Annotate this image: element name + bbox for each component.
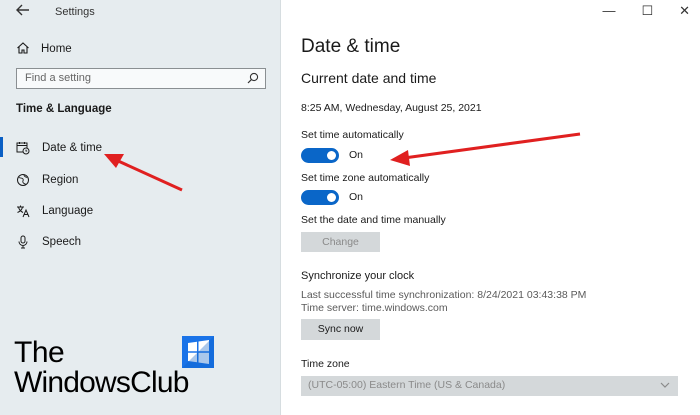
- set-time-auto-row: On: [301, 147, 363, 163]
- sidebar-item-label: Home: [41, 43, 72, 55]
- time-zone-select[interactable]: (UTC-05:00) Eastern Time (US & Canada): [301, 376, 678, 396]
- sidebar-item-speech[interactable]: Speech: [16, 233, 81, 251]
- minimize-button[interactable]: —: [602, 3, 615, 19]
- set-time-auto-label: Set time automatically: [301, 129, 404, 141]
- watermark-line2: WindowsClub: [14, 366, 189, 399]
- time-zone-value: (UTC-05:00) Eastern Time (US & Canada): [308, 379, 506, 391]
- time-zone-label: Time zone: [301, 358, 350, 370]
- sidebar-item-region[interactable]: Region: [16, 171, 78, 189]
- sync-heading: Synchronize your clock: [301, 270, 415, 282]
- toggle-state: On: [349, 149, 364, 161]
- toggle-state: On: [349, 191, 364, 203]
- back-arrow-icon[interactable]: [16, 4, 32, 18]
- sidebar-item-home[interactable]: Home: [16, 40, 72, 58]
- set-tz-auto-label: Set time zone automatically: [301, 172, 430, 184]
- window-controls: — ☐ ✕: [602, 3, 690, 19]
- language-icon: [16, 204, 30, 218]
- set-tz-auto-row: On: [301, 189, 363, 205]
- manual-label: Set the date and time manually: [301, 214, 446, 226]
- close-button[interactable]: ✕: [679, 3, 690, 19]
- main-panel: — ☐ ✕ Date & time Current date and time …: [282, 0, 700, 415]
- search-placeholder: Find a setting: [25, 72, 92, 84]
- last-sync-text: Last successful time synchronization: 8/…: [301, 289, 587, 301]
- chevron-down-icon: [660, 380, 670, 390]
- app-title: Settings: [55, 6, 95, 18]
- section-title: Current date and time: [301, 70, 437, 86]
- microphone-icon: [16, 235, 30, 249]
- section-label: Time & Language: [16, 103, 112, 115]
- titlebar-left: Settings: [0, 0, 281, 24]
- sidebar-item-label: Language: [42, 205, 94, 217]
- globe-icon: [16, 173, 30, 187]
- watermark-line1: The: [14, 336, 65, 369]
- sidebar-item-label: Region: [42, 174, 79, 186]
- maximize-button[interactable]: ☐: [641, 3, 653, 19]
- watermark-logo: The WindowsClub: [14, 336, 214, 400]
- change-button[interactable]: Change: [301, 232, 380, 252]
- current-date-time: 8:25 AM, Wednesday, August 25, 2021: [301, 102, 482, 114]
- windows-flag-icon: [182, 336, 214, 368]
- time-server-text: Time server: time.windows.com: [301, 302, 448, 314]
- active-indicator: [0, 137, 3, 157]
- search-icon[interactable]: [247, 72, 259, 84]
- sidebar-item-label: Speech: [42, 236, 82, 248]
- set-time-auto-toggle[interactable]: [301, 147, 339, 163]
- search-input[interactable]: Find a setting: [16, 68, 266, 89]
- sidebar-item-date-time[interactable]: Date & time: [16, 139, 102, 157]
- sidebar-item-language[interactable]: Language: [16, 202, 93, 220]
- home-icon: [16, 41, 30, 58]
- page-title: Date & time: [301, 36, 401, 57]
- calendar-clock-icon: [16, 141, 30, 155]
- sidebar: Settings Home Find a setting Time & Lang…: [0, 0, 281, 415]
- toggle-knob: [327, 150, 336, 160]
- set-tz-auto-toggle[interactable]: [301, 189, 339, 205]
- toggle-knob: [327, 192, 336, 202]
- sidebar-item-label: Date & time: [42, 142, 103, 154]
- sync-now-button[interactable]: Sync now: [301, 319, 380, 340]
